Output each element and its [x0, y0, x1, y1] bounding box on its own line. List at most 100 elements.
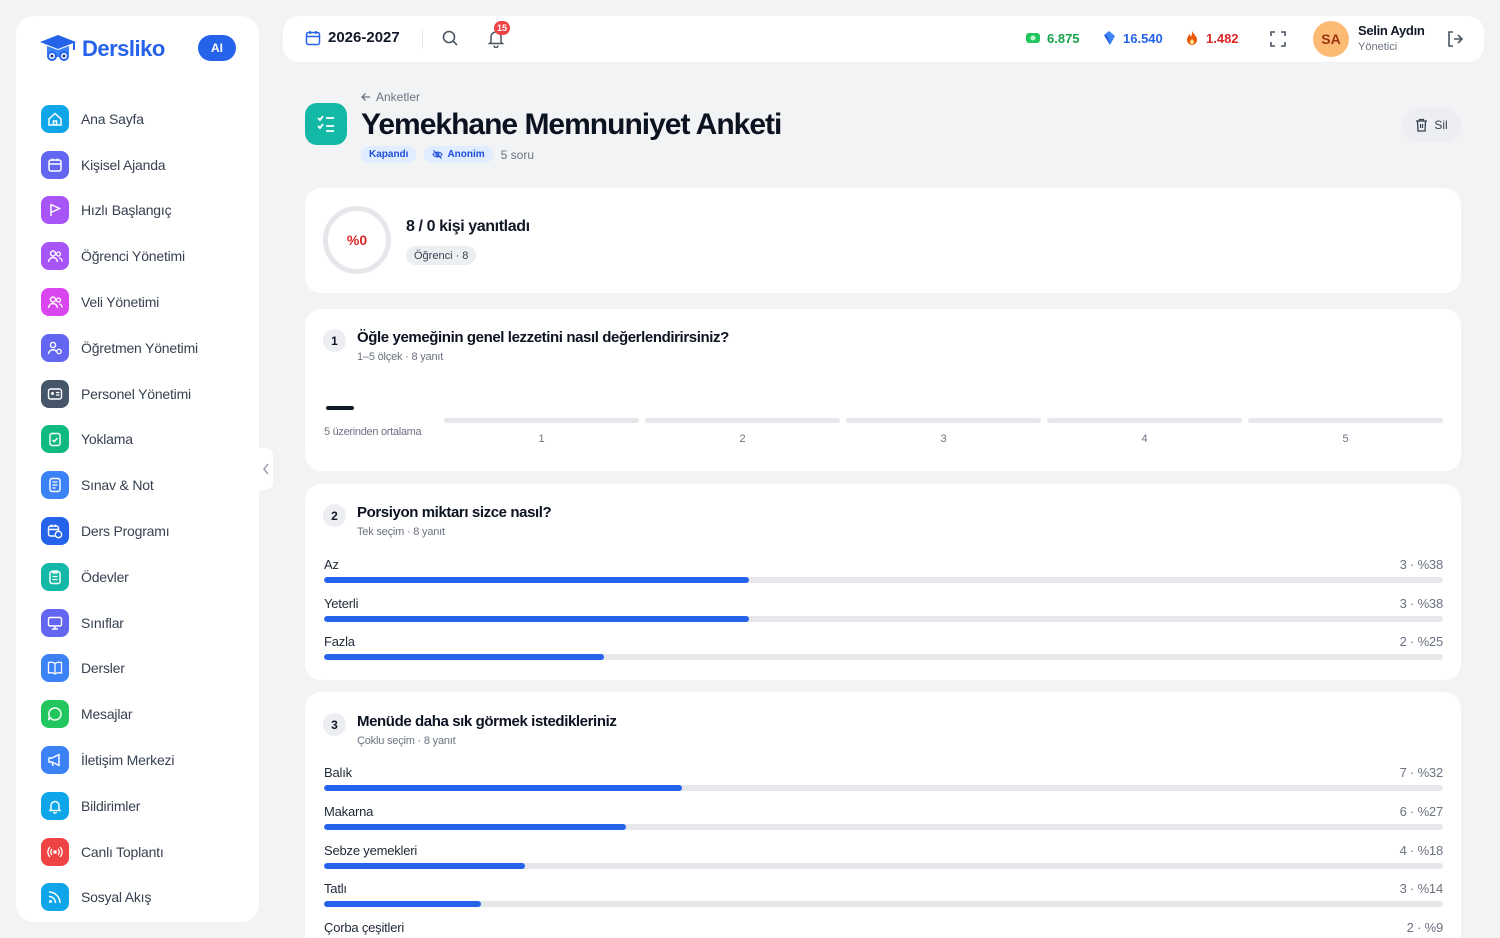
answer-progress-track: [324, 615, 1443, 622]
sidebar-item-hızlı-başlangıç[interactable]: Hızlı Başlangıç: [41, 188, 251, 234]
delete-button[interactable]: Sil: [1402, 108, 1461, 142]
answer-progress-track: [324, 823, 1443, 830]
notification-count-badge: 15: [494, 21, 511, 35]
chevron-left-icon: [262, 463, 269, 475]
teacher-icon: [41, 333, 69, 362]
sidebar-item-personel-yönetimi[interactable]: Personel Yönetimi: [41, 371, 251, 417]
answer-option-count: 3 · %14: [1399, 881, 1444, 897]
scale-item: 4: [1047, 418, 1242, 445]
answer-progress-fill: [324, 823, 627, 830]
question-number: 1: [323, 329, 346, 352]
fullscreen-icon[interactable]: [1268, 29, 1288, 49]
ai-button[interactable]: AI: [198, 35, 236, 61]
home-icon: [41, 104, 69, 133]
sidebar-item-canlı-toplantı[interactable]: Canlı Toplantı: [41, 829, 251, 875]
fire-icon: [1187, 31, 1197, 45]
answer-option-label: Tatlı: [324, 881, 347, 897]
sidebar-item-label: Öğrenci Yönetimi: [81, 248, 185, 265]
answer-option-row: Fazla 2 · %25: [324, 634, 1443, 649]
megaphone-icon: [41, 746, 69, 775]
answer-option-row: Makarna 6 · %27: [324, 804, 1443, 819]
answer-progress-fill: [324, 785, 683, 791]
answer-option: Az 3 · %38: [324, 557, 1443, 583]
stat-fire: 1.482: [1184, 30, 1239, 46]
sidebar-item-label: Bildirimler: [81, 797, 141, 814]
sidebar-item-sınav-not[interactable]: Sınav & Not: [41, 462, 251, 508]
clipboard-check-icon: [41, 425, 69, 454]
sidebar-item-label: İletişim Merkezi: [81, 752, 175, 769]
arrow-left-icon: [361, 93, 370, 101]
diamond-icon: [1104, 31, 1115, 45]
sidebar-item-kişisel-ajanda[interactable]: Kişisel Ajanda: [41, 142, 251, 188]
sidebar-item-veli-yönetimi[interactable]: Veli Yönetimi: [41, 279, 251, 325]
brand-logo[interactable]: Dersliko: [38, 32, 165, 66]
sidebar-item-ana-sayfa[interactable]: Ana Sayfa: [41, 96, 251, 142]
scale-bar: [1047, 418, 1242, 423]
response-summary-card: %0 8 / 0 kişi yanıtladı Öğrenci · 8: [305, 188, 1461, 293]
sidebar-item-label: Kişisel Ajanda: [81, 156, 166, 173]
stat-diamond-value: 16.540: [1123, 30, 1163, 46]
avatar[interactable]: SA: [1313, 21, 1349, 57]
sidebar-item-öğrenci-yönetimi[interactable]: Öğrenci Yönetimi: [41, 233, 251, 279]
sidebar-item-sınıflar[interactable]: Sınıflar: [41, 600, 251, 646]
sidebar-item-label: Hızlı Başlangıç: [81, 202, 172, 219]
sidebar-item-mesajlar[interactable]: Mesajlar: [41, 691, 251, 737]
sidebar-item-yoklama[interactable]: Yoklama: [41, 417, 251, 463]
sidebar-item-ödevler[interactable]: Ödevler: [41, 554, 251, 600]
sidebar-item-label: Ana Sayfa: [81, 110, 144, 127]
sidebar-item-ders-programı[interactable]: Ders Programı: [41, 508, 251, 554]
stat-money: 6.875: [1025, 30, 1080, 46]
back-link-label: Anketler: [376, 90, 421, 104]
sidebar-item-label: Canlı Toplantı: [81, 843, 164, 860]
scale-item: 1: [444, 418, 639, 445]
answer-option-label: Sebze yemekleri: [324, 842, 418, 858]
answer-option-count: 4 · %18: [1399, 842, 1444, 858]
eye-off-icon: [432, 150, 444, 159]
response-count: 8 / 0 kişi yanıtladı: [406, 218, 530, 235]
answer-option: Tatlı 3 · %14: [324, 881, 1444, 908]
scale-bar: [1248, 418, 1443, 423]
scale-label: 1: [538, 433, 545, 445]
sidebar-item-i-letişim-merkezi[interactable]: İletişim Merkezi: [41, 737, 251, 783]
clipboard-icon: [41, 562, 69, 591]
book-icon: [41, 654, 69, 683]
average-label: 5 üzerinden ortalama: [324, 426, 422, 438]
divider: [422, 29, 423, 49]
answer-option: Çorba çeşitleri 2 · %9: [324, 920, 1443, 938]
survey-list-icon: [305, 103, 347, 145]
user-name: Selin Aydın: [1358, 23, 1425, 38]
sidebar-item-label: Yoklama: [81, 431, 133, 448]
logout-icon[interactable]: [1445, 29, 1465, 49]
user-role: Yönetici: [1358, 41, 1398, 53]
search-icon[interactable]: [441, 29, 459, 47]
sidebar-item-öğretmen-yönetimi[interactable]: Öğretmen Yönetimi: [41, 325, 251, 371]
back-link[interactable]: Anketler: [361, 90, 420, 104]
delete-button-label: Sil: [1434, 118, 1448, 132]
answer-progress-fill: [324, 654, 604, 660]
sidebar-item-dersler[interactable]: Dersler: [41, 646, 251, 692]
sidebar-item-label: Sosyal Akış: [81, 889, 152, 906]
broadcast-icon: [41, 837, 69, 866]
answer-option-row: Balık 7 · %32: [324, 765, 1443, 780]
question-meta: 1–5 ölçek · 8 yanıt: [357, 351, 444, 363]
answer-option-row: Sebze yemekleri 4 · %18: [324, 843, 1443, 858]
status-badge: Kapandı: [361, 146, 417, 163]
sidebar-item-bildirimler[interactable]: Bildirimler: [41, 783, 251, 829]
answer-option-count: 2 · %25: [1399, 634, 1444, 649]
scale-label: 3: [940, 433, 947, 445]
answer-progress-track: [324, 901, 1443, 908]
survey-meta: Kapandı Anonim 5 soru: [361, 146, 534, 163]
sidebar-collapse-button[interactable]: [259, 448, 273, 490]
average-value-placeholder: [326, 406, 354, 410]
question-count: 5 soru: [500, 147, 535, 162]
sidebar-item-label: Sınıflar: [81, 614, 124, 631]
page-title: Yemekhane Memnuniyet Anketi: [361, 108, 782, 141]
academic-year-selector[interactable]: 2026-2027: [305, 29, 400, 46]
scale-bar: [645, 418, 840, 423]
question-card-3: 3 Menüde daha sık görmek istedikleriniz …: [305, 692, 1461, 938]
answer-option: Fazla 2 · %25: [324, 634, 1443, 660]
stat-fire-value: 1.482: [1206, 30, 1239, 46]
sidebar-item-sosyal-akış[interactable]: Sosyal Akış: [41, 875, 251, 921]
scale-bar: [846, 418, 1041, 423]
audience-badge: Öğrenci · 8: [406, 246, 477, 265]
